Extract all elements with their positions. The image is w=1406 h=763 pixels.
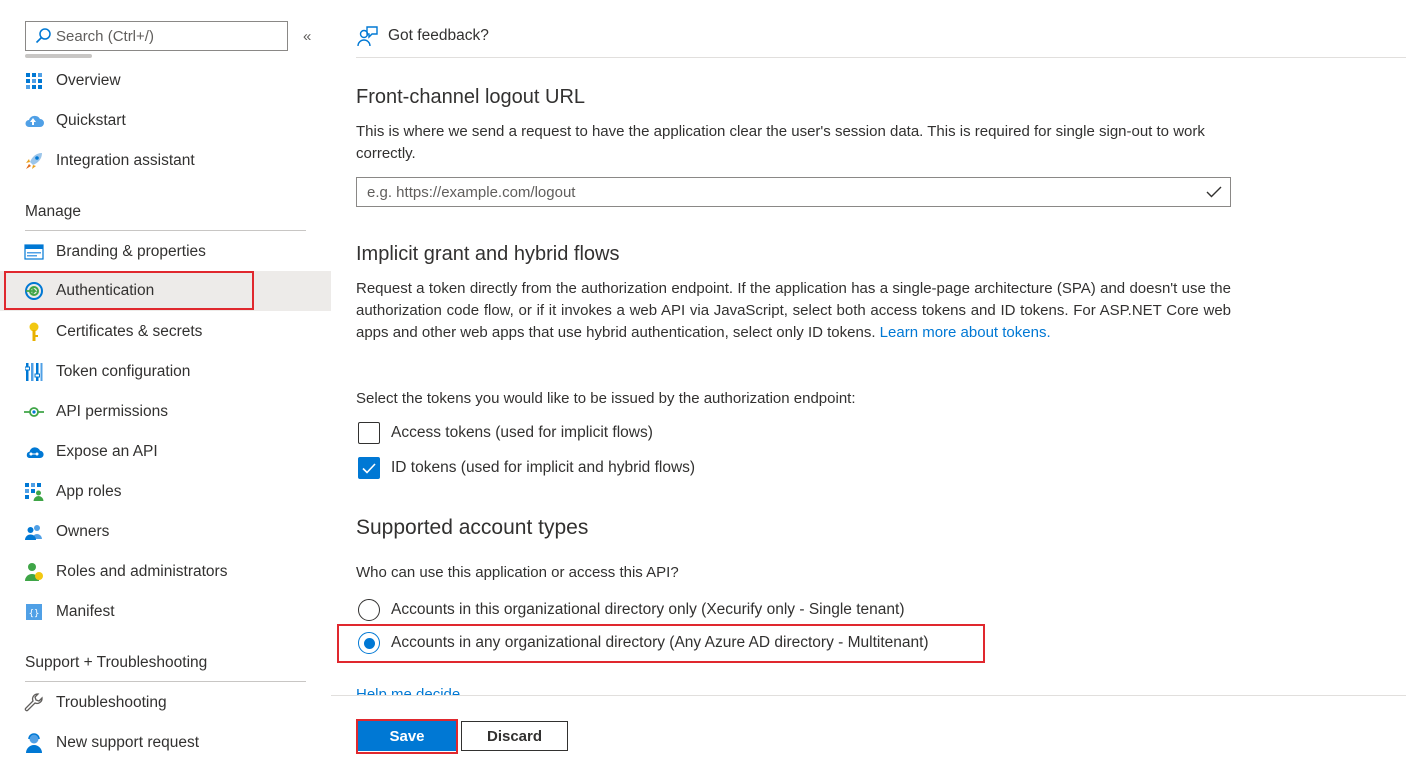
single-tenant-radio[interactable] [358,599,380,621]
support-divider [25,681,306,682]
sidebar-item-api-permissions[interactable]: API permissions [0,392,331,432]
search-icon [35,28,51,44]
app-roles-icon [24,482,44,502]
api-permissions-icon [24,402,44,422]
manage-divider [25,230,306,231]
id-tokens-option[interactable]: ID tokens (used for implicit and hybrid … [358,457,695,479]
collapse-sidebar-button[interactable]: « [303,28,311,45]
sidebar-item-label: Overview [56,72,121,89]
multitenant-radio[interactable] [358,632,380,654]
sidebar-item-label: New support request [56,734,200,751]
sidebar-item-token-configuration[interactable]: Token configuration [0,352,331,392]
search-input[interactable] [56,27,276,45]
sidebar-item-label: Manifest [56,603,115,620]
single-tenant-option[interactable]: Accounts in this organizational director… [358,599,904,621]
id-tokens-label: ID tokens (used for implicit and hybrid … [391,459,696,476]
id-tokens-checkbox[interactable] [358,457,380,479]
expose-api-cloud-icon [24,442,44,462]
wrench-icon [24,693,44,713]
sidebar-item-expose-api[interactable]: Expose an API [0,432,331,472]
implicit-grant-text: Request a token directly from the author… [356,280,1231,341]
sidebar-item-label: Owners [56,523,110,540]
multitenant-option[interactable]: Accounts in any organizational directory… [358,632,929,654]
access-tokens-label: Access tokens (used for implicit flows) [391,424,653,441]
radio-selected-dot [363,637,375,649]
feedback-person-icon [357,26,378,47]
svg-text:{}: {} [29,609,40,619]
sidebar-item-label: Integration assistant [56,152,195,169]
checkmark-icon [362,462,376,474]
manage-section-header: Manage [25,203,82,220]
support-section-header: Support + Troubleshooting [25,654,208,671]
sidebar-item-label: App roles [56,483,122,500]
access-tokens-option[interactable]: Access tokens (used for implicit flows) [358,422,653,444]
checkmark-icon [1206,186,1222,198]
action-footer: Save Discard [331,696,1406,763]
sidebar-item-label: Certificates & secrets [56,323,203,340]
sidebar: « Overview Quickstart [0,0,331,763]
single-tenant-label: Accounts in this organizational director… [391,601,905,618]
sidebar-item-manifest[interactable]: {} Manifest [0,592,331,632]
multitenant-label: Accounts in any organizational directory… [391,634,929,651]
key-icon [24,322,44,342]
token-bars-icon [24,362,44,382]
feedback-label: Got feedback? [388,27,489,44]
account-types-title: Supported account types [356,516,589,539]
search-box[interactable] [25,21,288,51]
sidebar-item-overview[interactable]: Overview [0,61,331,101]
sidebar-item-label: Roles and administrators [56,563,228,580]
overview-grid-icon [24,71,44,91]
logout-url-input[interactable] [367,183,1206,201]
sidebar-item-label: Token configuration [56,363,191,380]
sidebar-item-label: Branding & properties [56,243,206,260]
token-select-prompt: Select the tokens you would like to be i… [356,390,856,407]
top-divider [356,57,1406,58]
manifest-icon: {} [24,602,44,622]
sidebar-item-authentication[interactable]: Authentication [0,271,331,311]
discard-button[interactable]: Discard [461,721,568,751]
sidebar-item-troubleshooting[interactable]: Troubleshooting [0,683,331,723]
main-content: Got feedback? Front-channel logout URL T… [331,0,1406,763]
feedback-button[interactable]: Got feedback? [356,16,489,56]
sidebar-item-owners[interactable]: Owners [0,512,331,552]
authentication-icon [24,281,44,301]
sidebar-item-branding[interactable]: Branding & properties [0,232,331,272]
sidebar-item-integration-assistant[interactable]: Integration assistant [0,141,331,181]
sidebar-item-certificates[interactable]: Certificates & secrets [0,312,331,352]
sidebar-item-label: Troubleshooting [56,694,167,711]
implicit-grant-description: Request a token directly from the author… [356,278,1231,344]
quickstart-cloud-icon [24,111,44,131]
sidebar-item-roles-admins[interactable]: Roles and administrators [0,552,331,592]
save-button[interactable]: Save [358,721,456,751]
roles-admin-icon [24,562,44,582]
sidebar-item-label: Quickstart [56,112,126,129]
logout-url-title: Front-channel logout URL [356,86,586,108]
account-types-question: Who can use this application or access t… [356,564,679,581]
sidebar-item-app-roles[interactable]: App roles [0,472,331,512]
sidebar-item-quickstart[interactable]: Quickstart [0,101,331,141]
logout-url-description: This is where we send a request to have … [356,123,1205,162]
support-person-icon [24,733,44,753]
logout-url-field[interactable] [356,177,1231,207]
learn-more-tokens-link[interactable]: Learn more about tokens. [880,324,1051,341]
sidebar-item-label: API permissions [56,403,168,420]
sidebar-item-label: Expose an API [56,443,158,460]
scroll-indicator [25,54,92,58]
sidebar-item-new-support-request[interactable]: New support request [0,723,331,763]
owners-icon [24,522,44,542]
rocket-icon [24,151,44,171]
branding-icon [24,242,44,262]
sidebar-item-label: Authentication [56,282,155,299]
implicit-grant-title: Implicit grant and hybrid flows [356,243,620,265]
access-tokens-checkbox[interactable] [358,422,380,444]
